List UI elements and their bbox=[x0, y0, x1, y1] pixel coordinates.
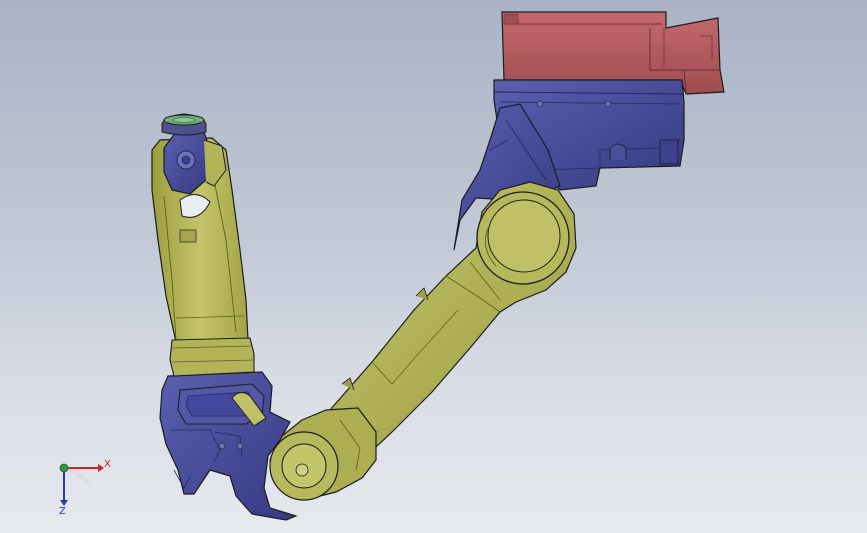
y-axis-dot bbox=[59, 463, 69, 473]
x-axis-label: X bbox=[104, 459, 111, 470]
graphics-viewport[interactable]: X Z bbox=[0, 0, 867, 533]
z-axis-label: Z bbox=[59, 506, 66, 517]
tool-flange[interactable] bbox=[161, 113, 207, 136]
robot-arm-model[interactable]: X Z bbox=[0, 0, 867, 533]
elbow-housing[interactable] bbox=[159, 371, 298, 521]
view-triad[interactable]: X Z bbox=[59, 459, 111, 517]
